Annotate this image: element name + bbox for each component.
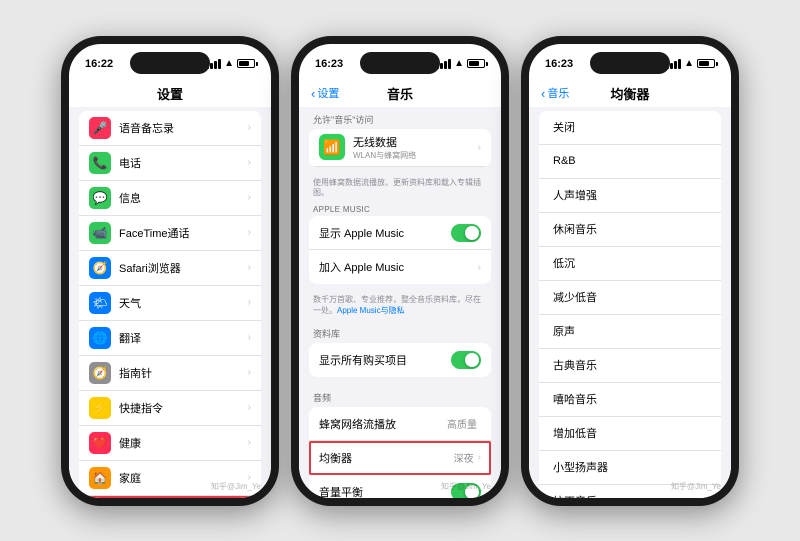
chevron-wireless: › xyxy=(478,142,481,153)
shortcuts-icon: ⚡ xyxy=(89,397,111,419)
section-header-applemusic: APPLE MUSIC xyxy=(299,203,501,216)
wireless-group: 📶 无线数据 WLAN与蜂窝网络 › xyxy=(309,129,491,167)
safari-icon: 🧭 xyxy=(89,257,111,279)
chevron-messages: › xyxy=(248,192,251,203)
time-2: 16:23 xyxy=(315,58,343,70)
voice-memo-icon: 🎤 xyxy=(89,117,111,139)
section-header-access: 允许"音乐"访问 xyxy=(299,107,501,129)
chevron-facetime: › xyxy=(248,227,251,238)
compass-icon: 🧭 xyxy=(89,362,111,384)
translate-icon: 🌐 xyxy=(89,327,111,349)
item-safari[interactable]: 🧭 Safari浏览器 › xyxy=(79,251,261,286)
battery-2 xyxy=(467,59,485,68)
chevron-join-am: › xyxy=(478,262,481,273)
nav-bar-1: 设置 xyxy=(69,82,271,107)
phones-container: 16:22 ▲ 设置 xyxy=(51,26,749,516)
wifi-2: ▲ xyxy=(454,58,464,69)
wireless-icon: 📶 xyxy=(319,134,345,160)
phone-icon: 📞 xyxy=(89,152,111,174)
item-phone[interactable]: 📞 电话 › xyxy=(79,146,261,181)
watermark-3: 知乎@Jim_Ye xyxy=(671,481,721,492)
chevron-translate: › xyxy=(248,332,251,343)
wifi-3: ▲ xyxy=(684,58,694,69)
page-title-3: 均衡器 xyxy=(610,84,649,103)
messages-icon: 💬 xyxy=(89,187,111,209)
eq-leisure[interactable]: 休闲音乐 xyxy=(539,213,721,247)
weather-icon: 🌤 xyxy=(89,292,111,314)
eq-reduce-bass[interactable]: 减少低音 xyxy=(539,281,721,315)
item-show-apple-music[interactable]: 显示 Apple Music xyxy=(309,216,491,250)
battery-3 xyxy=(697,59,715,68)
info-wireless: 使用蜂窝数据流播放、更新资料库和载入专辑插图。 xyxy=(299,175,501,204)
health-icon: ❤️ xyxy=(89,432,111,454)
home-icon: 🏠 xyxy=(89,467,111,489)
item-messages[interactable]: 💬 信息 › xyxy=(79,181,261,216)
section-header-library: 资料库 xyxy=(299,321,501,343)
phone-3: 16:23 ▲ ‹ 音乐 xyxy=(521,36,739,506)
chevron-eq: › xyxy=(478,452,481,463)
item-health[interactable]: ❤️ 健康 › xyxy=(79,426,261,461)
page-title-1: 设置 xyxy=(157,84,183,103)
item-join-apple-music[interactable]: 加入 Apple Music › xyxy=(309,250,491,284)
equalizer-content: 关闭 R&B 人声增强 休闲音乐 低沉 减少低音 xyxy=(529,107,731,498)
status-icons-1: ▲ xyxy=(206,58,255,69)
nav-bar-3: ‹ 音乐 均衡器 xyxy=(529,82,731,107)
toggle-show-purchases[interactable] xyxy=(451,351,481,369)
watermark-2: 知乎@Jim_Ye xyxy=(441,481,491,492)
eq-acoustic[interactable]: 原声 xyxy=(539,315,721,349)
item-show-purchases[interactable]: 显示所有购买项目 xyxy=(309,343,491,377)
battery-1 xyxy=(237,59,255,68)
info-apple-music: 数千万首歌、专业推荐，整全音乐资料库，尽在一处。Apple Music与隐私 xyxy=(299,292,501,321)
item-voice-memo[interactable]: 🎤 语音备忘录 › xyxy=(79,111,261,146)
eq-off[interactable]: 关闭 xyxy=(539,111,721,145)
watermark-1: 知乎@Jim_Ye xyxy=(211,481,261,492)
status-icons-2: ▲ xyxy=(436,58,485,69)
dynamic-island-3 xyxy=(590,52,670,74)
item-weather[interactable]: 🌤 天气 › xyxy=(79,286,261,321)
settings-list-1: 🎤 语音备忘录 › 📞 电话 › 💬 信息 › xyxy=(69,107,271,498)
nav-bar-2: ‹ 设置 音乐 xyxy=(299,82,501,107)
time-1: 16:22 xyxy=(85,58,113,70)
chevron-compass: › xyxy=(248,367,251,378)
eq-boost-bass[interactable]: 增加低音 xyxy=(539,417,721,451)
chevron-health: › xyxy=(248,437,251,448)
eq-hiphop[interactable]: 嘻哈音乐 xyxy=(539,383,721,417)
item-translate[interactable]: 🌐 翻译 › xyxy=(79,321,261,356)
music-settings-content: 允许"音乐"访问 📶 无线数据 WLAN与蜂窝网络 › 使用蜂窝数据流播放、更新… xyxy=(299,107,501,498)
eq-rnb[interactable]: R&B xyxy=(539,145,721,179)
item-music[interactable]: 🎵 音乐 › xyxy=(79,496,261,498)
eq-classical[interactable]: 古典音乐 xyxy=(539,349,721,383)
phone-1: 16:22 ▲ 设置 xyxy=(61,36,279,506)
chevron-phone: › xyxy=(248,157,251,168)
dynamic-island-2 xyxy=(360,52,440,74)
eq-small-speaker[interactable]: 小型扬声器 xyxy=(539,451,721,485)
item-shortcuts[interactable]: ⚡ 快捷指令 › xyxy=(79,391,261,426)
item-equalizer[interactable]: 均衡器 深夜 › xyxy=(309,441,491,475)
section-header-audio: 音频 xyxy=(299,385,501,407)
wifi-1: ▲ xyxy=(224,58,234,69)
chevron-weather: › xyxy=(248,297,251,308)
page-title-2: 音乐 xyxy=(387,84,413,103)
item-wireless[interactable]: 📶 无线数据 WLAN与蜂窝网络 › xyxy=(309,129,491,167)
status-icons-3: ▲ xyxy=(666,58,715,69)
back-button-2[interactable]: ‹ 设置 xyxy=(311,85,339,101)
dynamic-island-1 xyxy=(130,52,210,74)
chevron-shortcuts: › xyxy=(248,402,251,413)
chevron-voice-memo: › xyxy=(248,122,251,133)
eq-voice[interactable]: 人声增强 xyxy=(539,179,721,213)
item-facetime[interactable]: 📹 FaceTime通话 › xyxy=(79,216,261,251)
back-button-3[interactable]: ‹ 音乐 xyxy=(541,85,569,101)
item-cellular-streaming[interactable]: 蜂窝网络流播放 高质量 xyxy=(309,407,491,441)
toggle-show-apple-music[interactable] xyxy=(451,224,481,242)
eq-bass[interactable]: 低沉 xyxy=(539,247,721,281)
eq-list: 关闭 R&B 人声增强 休闲音乐 低沉 减少低音 xyxy=(539,111,721,498)
settings-group-1: 🎤 语音备忘录 › 📞 电话 › 💬 信息 › xyxy=(79,111,261,498)
facetime-icon: 📹 xyxy=(89,222,111,244)
apple-music-group: 显示 Apple Music 加入 Apple Music › xyxy=(309,216,491,284)
phone-2: 16:23 ▲ ‹ 设置 xyxy=(291,36,509,506)
item-compass[interactable]: 🧭 指南针 › xyxy=(79,356,261,391)
library-group: 显示所有购买项目 xyxy=(309,343,491,377)
chevron-safari: › xyxy=(248,262,251,273)
time-3: 16:23 xyxy=(545,58,573,70)
